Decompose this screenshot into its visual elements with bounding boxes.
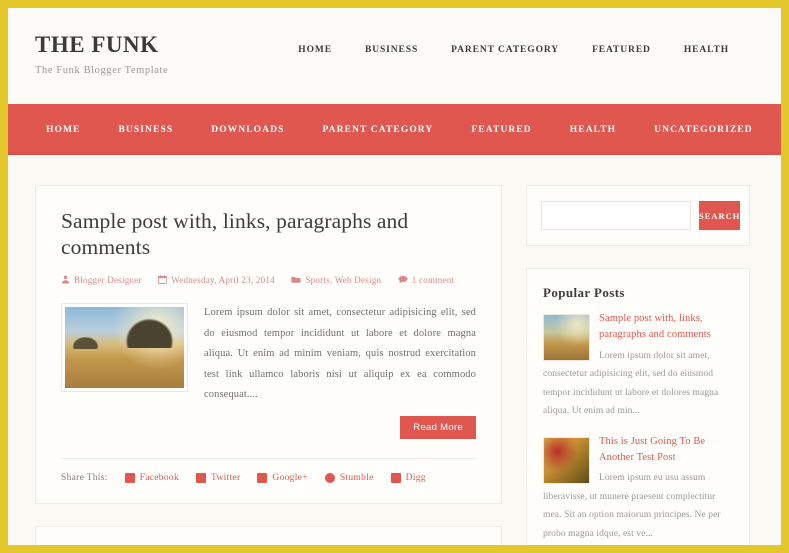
popular-post-thumbnail[interactable] [543, 436, 590, 484]
post-thumbnail-image [65, 307, 184, 389]
read-more-button[interactable]: Read More [400, 415, 476, 439]
digg-icon [390, 472, 401, 483]
list-item: This is Just Going To Be Another Test Po… [543, 434, 733, 544]
post-title[interactable]: Sample post with, links, paragraphs and … [61, 208, 476, 260]
top-nav-item-business[interactable]: BUSINESS [365, 45, 418, 55]
page-inner: THE FUNK The Funk Blogger Template HOME … [8, 8, 781, 545]
share-googleplus[interactable]: Google+ [257, 472, 308, 483]
share-twitter[interactable]: Twitter [196, 472, 241, 483]
comment-icon [398, 276, 408, 284]
read-more-row: Read More [61, 415, 476, 439]
main-menu-item-home[interactable]: HOME [46, 125, 80, 135]
share-googleplus-label: Google+ [272, 472, 308, 483]
post-comments-text[interactable]: 1 comment [412, 275, 455, 285]
top-nav-item-featured[interactable]: FEATURED [592, 45, 651, 55]
post-comments: 1 comment [398, 273, 455, 289]
top-navigation[interactable]: HOME BUSINESS PARENT CATEGORY FEATURED H… [298, 8, 754, 55]
main-menu-item-downloads[interactable]: DOWNLOADS [211, 125, 284, 135]
sidebar: SEARCH Popular Posts Sample post with, l… [526, 185, 750, 545]
top-nav-item-health[interactable]: HEALTH [684, 45, 729, 55]
site-title: THE FUNK [35, 32, 159, 57]
popular-posts-header: Popular Posts [527, 269, 749, 301]
post-date: Wednesday, April 23, 2014 [158, 273, 275, 289]
post-categories-text[interactable]: Sports, Web Design [305, 275, 381, 285]
main-menu[interactable]: HOME BUSINESS DOWNLOADS PARENT CATEGORY … [8, 104, 781, 155]
googleplus-icon [257, 472, 268, 483]
post-author: Blogger Designer [61, 273, 142, 289]
popular-posts-widget: Popular Posts Sample post with, links, p… [526, 268, 750, 545]
post-thumbnail[interactable] [61, 303, 188, 393]
user-icon [62, 276, 69, 284]
list-item: Sample post with, links, paragraphs and … [543, 311, 733, 421]
content-wrapper: Sample post with, links, paragraphs and … [8, 155, 781, 545]
search-input[interactable] [541, 201, 691, 230]
post-author-name[interactable]: Blogger Designer [74, 275, 142, 285]
share-facebook-label: Facebook [139, 472, 180, 483]
top-nav-item-home[interactable]: HOME [298, 45, 332, 55]
post-card: Sample post with, links, paragraphs and … [35, 185, 502, 504]
post-card: This is Just Going To Be Another Test Po… [35, 525, 502, 545]
share-row: Share This: Facebook Twitter Google+ Stu… [61, 457, 476, 483]
share-stumble-label: Stumble [339, 472, 374, 483]
share-twitter-label: Twitter [211, 472, 241, 483]
folder-icon [291, 277, 301, 284]
main-menu-item-parent-category[interactable]: PARENT CATEGORY [322, 125, 433, 135]
share-digg[interactable]: Digg [390, 472, 426, 483]
site-branding: THE FUNK The Funk Blogger Template [35, 8, 168, 76]
page-frame: THE FUNK The Funk Blogger Template HOME … [0, 0, 789, 553]
search-button[interactable]: SEARCH [699, 201, 741, 230]
main-menu-item-business[interactable]: BUSINESS [118, 125, 173, 135]
main-menu-item-uncategorized[interactable]: UNCATEGORIZED [654, 125, 753, 135]
post-excerpt: Lorem ipsum dolor sit amet, consectetur … [204, 307, 476, 401]
popular-post-thumbnail[interactable] [543, 314, 590, 361]
popular-posts-title: Popular Posts [543, 285, 625, 300]
search-form: SEARCH [541, 201, 741, 230]
search-widget: SEARCH [526, 185, 750, 246]
share-facebook[interactable]: Facebook [124, 472, 180, 483]
post-date-text: Wednesday, April 23, 2014 [171, 275, 275, 286]
post-meta: Blogger Designer Wednesday, April 23, 20… [61, 273, 476, 289]
post-body: Lorem ipsum dolor sit amet, consectetur … [61, 303, 476, 405]
main-column: Sample post with, links, paragraphs and … [35, 185, 502, 545]
share-digg-label: Digg [405, 472, 426, 483]
share-stumble[interactable]: Stumble [324, 472, 374, 483]
share-label: Share This: [61, 472, 108, 483]
stumbleupon-icon [324, 472, 335, 483]
post-categories: Sports, Web Design [291, 273, 381, 289]
site-description: The Funk Blogger Template [35, 65, 169, 77]
facebook-icon [124, 472, 135, 483]
twitter-icon [196, 472, 207, 483]
calendar-icon [158, 275, 168, 285]
popular-posts-list: Sample post with, links, paragraphs and … [527, 301, 749, 545]
top-nav-item-parent-category[interactable]: PARENT CATEGORY [451, 45, 559, 55]
site-header: THE FUNK The Funk Blogger Template HOME … [8, 8, 781, 104]
main-menu-item-featured[interactable]: FEATURED [471, 125, 531, 135]
main-menu-item-health[interactable]: HEALTH [570, 125, 616, 135]
